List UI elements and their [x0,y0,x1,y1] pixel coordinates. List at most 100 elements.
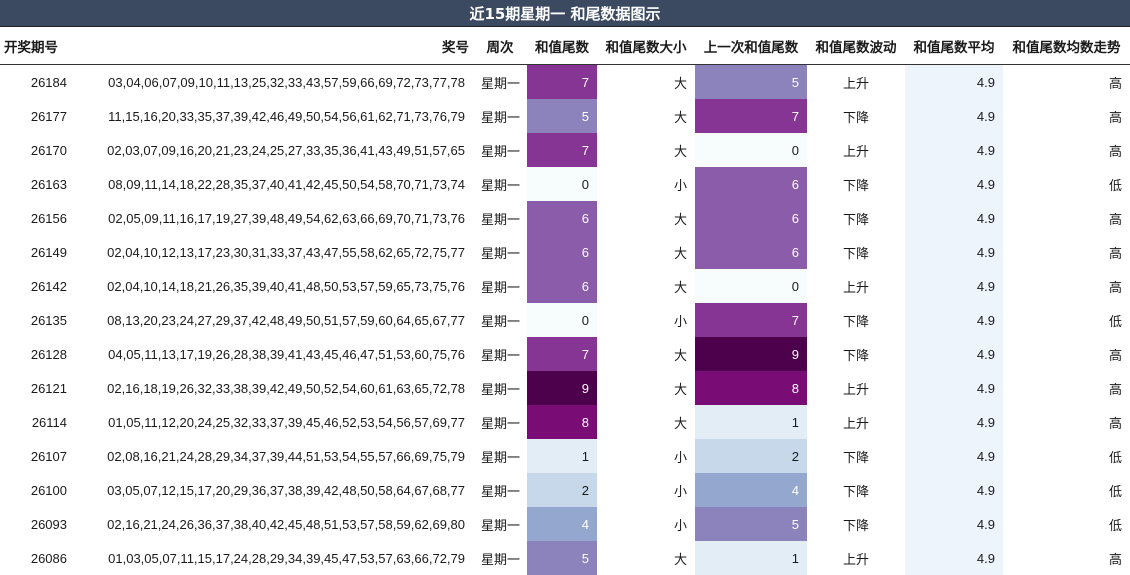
cell-weekday: 星期一 [473,507,527,541]
table-row: 2613508,13,20,23,24,27,29,37,42,48,49,50… [0,303,1130,337]
header-wave: 和值尾数波动 [807,27,905,65]
cell-prev-tail: 1 [695,541,807,575]
cell-trend: 低 [1003,439,1130,473]
cell-prev-tail: 0 [695,269,807,303]
cell-prev-tail: 8 [695,371,807,405]
cell-numbers: 02,03,07,09,16,20,21,23,24,25,27,33,35,3… [75,133,473,167]
cell-wave: 上升 [807,65,905,100]
cell-wave: 上升 [807,133,905,167]
table-row: 2612804,05,11,13,17,19,26,28,38,39,41,43… [0,337,1130,371]
cell-trend: 高 [1003,541,1130,575]
table-row: 2610702,08,16,21,24,28,29,34,37,39,44,51… [0,439,1130,473]
cell-prev-tail: 7 [695,303,807,337]
table-row: 2612102,16,18,19,26,32,33,38,39,42,49,50… [0,371,1130,405]
cell-average: 4.9 [905,303,1003,337]
cell-tail: 6 [527,269,597,303]
cell-tail: 2 [527,473,597,507]
cell-weekday: 星期一 [473,269,527,303]
cell-wave: 下降 [807,439,905,473]
header-weekday: 周次 [473,27,527,65]
cell-weekday: 星期一 [473,65,527,100]
cell-issue: 26121 [0,371,75,405]
table-row: 2610003,05,07,12,15,17,20,29,36,37,38,39… [0,473,1130,507]
cell-issue: 26135 [0,303,75,337]
cell-trend: 高 [1003,99,1130,133]
cell-prev-tail: 6 [695,235,807,269]
cell-issue: 26142 [0,269,75,303]
cell-average: 4.9 [905,507,1003,541]
cell-trend: 低 [1003,303,1130,337]
cell-trend: 高 [1003,371,1130,405]
cell-wave: 上升 [807,371,905,405]
cell-numbers: 01,03,05,07,11,15,17,24,28,29,34,39,45,4… [75,541,473,575]
cell-size: 大 [597,269,695,303]
cell-tail: 6 [527,201,597,235]
cell-average: 4.9 [905,439,1003,473]
table-header: 开奖期号 奖号 周次 和值尾数 和值尾数大小 上一次和值尾数 和值尾数波动 和值… [0,27,1130,65]
cell-numbers: 02,05,09,11,16,17,19,27,39,48,49,54,62,6… [75,201,473,235]
cell-size: 大 [597,201,695,235]
cell-trend: 高 [1003,235,1130,269]
cell-wave: 下降 [807,167,905,201]
cell-size: 大 [597,337,695,371]
cell-numbers: 02,16,18,19,26,32,33,38,39,42,49,50,52,5… [75,371,473,405]
cell-weekday: 星期一 [473,541,527,575]
cell-weekday: 星期一 [473,167,527,201]
header-trend: 和值尾数均数走势 [1003,27,1130,65]
cell-average: 4.9 [905,541,1003,575]
table-row: 2617002,03,07,09,16,20,21,23,24,25,27,33… [0,133,1130,167]
cell-tail: 0 [527,303,597,337]
cell-weekday: 星期一 [473,201,527,235]
table-row: 2616308,09,11,14,18,22,28,35,37,40,41,42… [0,167,1130,201]
cell-average: 4.9 [905,405,1003,439]
table-title: 近15期星期一 和尾数据图示 [0,0,1130,27]
cell-size: 小 [597,439,695,473]
cell-average: 4.9 [905,201,1003,235]
cell-weekday: 星期一 [473,337,527,371]
table-row: 2609302,16,21,24,26,36,37,38,40,42,45,48… [0,507,1130,541]
cell-prev-tail: 4 [695,473,807,507]
cell-weekday: 星期一 [473,99,527,133]
cell-weekday: 星期一 [473,405,527,439]
cell-prev-tail: 5 [695,507,807,541]
cell-trend: 低 [1003,167,1130,201]
cell-tail: 9 [527,371,597,405]
cell-prev-tail: 6 [695,167,807,201]
cell-issue: 26149 [0,235,75,269]
cell-prev-tail: 2 [695,439,807,473]
cell-average: 4.9 [905,371,1003,405]
header-issue: 开奖期号 [0,27,75,65]
cell-size: 小 [597,167,695,201]
cell-numbers: 08,13,20,23,24,27,29,37,42,48,49,50,51,5… [75,303,473,337]
cell-average: 4.9 [905,269,1003,303]
cell-tail: 6 [527,235,597,269]
header-size: 和值尾数大小 [597,27,695,65]
cell-issue: 26184 [0,65,75,100]
table-row: 2618403,04,06,07,09,10,11,13,25,32,33,43… [0,65,1130,100]
cell-tail: 8 [527,405,597,439]
cell-size: 小 [597,473,695,507]
cell-prev-tail: 6 [695,201,807,235]
cell-prev-tail: 5 [695,65,807,100]
cell-issue: 26170 [0,133,75,167]
cell-size: 大 [597,541,695,575]
cell-trend: 低 [1003,473,1130,507]
cell-size: 大 [597,99,695,133]
cell-average: 4.9 [905,235,1003,269]
cell-tail: 5 [527,541,597,575]
cell-average: 4.9 [905,473,1003,507]
cell-weekday: 星期一 [473,439,527,473]
cell-trend: 高 [1003,337,1130,371]
cell-prev-tail: 1 [695,405,807,439]
header-row: 开奖期号 奖号 周次 和值尾数 和值尾数大小 上一次和值尾数 和值尾数波动 和值… [0,27,1130,65]
table-row: 2614902,04,10,12,13,17,23,30,31,33,37,43… [0,235,1130,269]
cell-tail: 1 [527,439,597,473]
cell-tail: 7 [527,337,597,371]
cell-numbers: 01,05,11,12,20,24,25,32,33,37,39,45,46,5… [75,405,473,439]
cell-wave: 上升 [807,405,905,439]
cell-tail: 4 [527,507,597,541]
cell-size: 大 [597,405,695,439]
cell-numbers: 11,15,16,20,33,35,37,39,42,46,49,50,54,5… [75,99,473,133]
cell-size: 大 [597,235,695,269]
cell-issue: 26128 [0,337,75,371]
